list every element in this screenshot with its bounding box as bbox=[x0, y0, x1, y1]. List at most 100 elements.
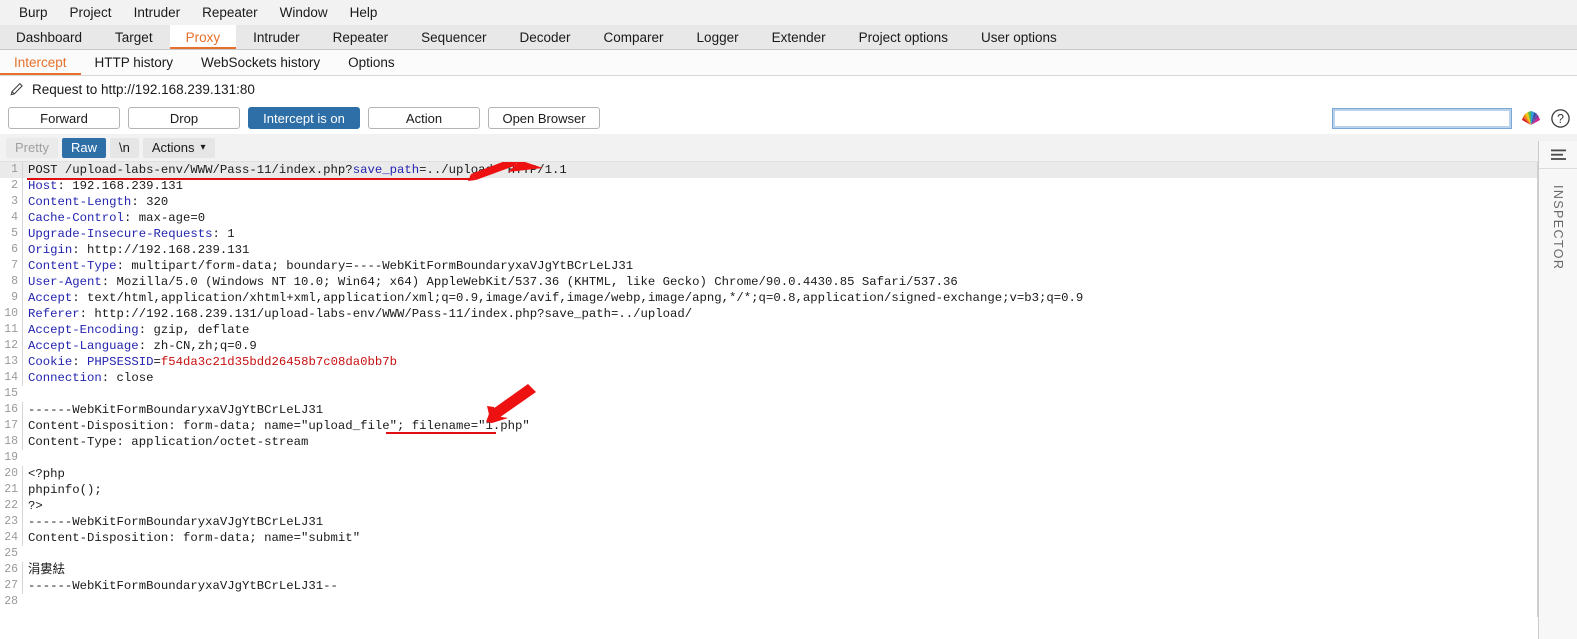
help-circle-icon[interactable]: ? bbox=[1550, 108, 1571, 129]
request-line-segment: Content-Disposition: form-data; name="su… bbox=[28, 531, 361, 545]
tab-sequencer[interactable]: Sequencer bbox=[405, 25, 504, 49]
tab-target[interactable]: Target bbox=[99, 25, 170, 49]
line-number: 28 bbox=[4, 595, 18, 608]
proxy-sub-tab-strip: Intercept HTTP history WebSockets histor… bbox=[0, 50, 1577, 76]
menu-item-project[interactable]: Project bbox=[59, 3, 123, 22]
line-number: 3 bbox=[11, 195, 18, 208]
request-line-segment: =../upload/ HTTP/1.1 bbox=[419, 163, 567, 177]
request-line: 11 Accept-Encoding: gzip, deflate bbox=[0, 322, 1537, 338]
line-number: 7 bbox=[11, 259, 18, 272]
line-number: 1 bbox=[11, 163, 18, 176]
request-line-segment: : 192.168.239.131 bbox=[57, 179, 183, 193]
tab-repeater[interactable]: Repeater bbox=[317, 25, 406, 49]
tab-decoder[interactable]: Decoder bbox=[503, 25, 588, 49]
request-line: 23 ------WebKitFormBoundaryxaVJgYtBCrLeLJ… bbox=[0, 514, 1537, 530]
request-line-segment: : text/html,application/xhtml+xml,applic… bbox=[72, 291, 1084, 305]
request-line-segment: <?php bbox=[28, 467, 65, 481]
inspector-panel[interactable]: INSPECTOR bbox=[1538, 141, 1577, 639]
line-number: 9 bbox=[11, 291, 18, 304]
subtab-http-history[interactable]: HTTP history bbox=[81, 50, 188, 75]
pretty-view-button[interactable]: Pretty bbox=[6, 137, 58, 158]
line-number: 17 bbox=[4, 419, 18, 432]
line-number: 27 bbox=[4, 579, 18, 592]
line-number: 19 bbox=[4, 451, 18, 464]
request-line: 22 ?> bbox=[0, 498, 1537, 514]
request-line-segment: Content-Disposition: form-data; name="up… bbox=[28, 419, 530, 433]
action-button[interactable]: Action bbox=[368, 107, 480, 129]
pencil-icon bbox=[10, 82, 23, 96]
inspector-menu-icon-box[interactable] bbox=[1538, 141, 1577, 169]
request-line-segment: PHPSESSID bbox=[87, 355, 154, 369]
request-line-segment: Cache-Control bbox=[28, 211, 124, 225]
request-line: 16 ------WebKitFormBoundaryxaVJgYtBCrLeLJ… bbox=[0, 402, 1537, 418]
line-number: 23 bbox=[4, 515, 18, 528]
forward-button[interactable]: Forward bbox=[8, 107, 120, 129]
tab-proxy[interactable]: Proxy bbox=[169, 25, 238, 49]
menu-item-burp[interactable]: Burp bbox=[8, 3, 59, 22]
line-number: 12 bbox=[4, 339, 18, 352]
tab-logger[interactable]: Logger bbox=[681, 25, 756, 49]
search-input[interactable] bbox=[1332, 107, 1512, 129]
request-line-text: <?php bbox=[22, 466, 1537, 482]
subtab-intercept[interactable]: Intercept bbox=[0, 50, 81, 75]
rainbow-fan-icon[interactable] bbox=[1520, 108, 1542, 128]
tab-dashboard[interactable]: Dashboard bbox=[0, 25, 100, 49]
intercept-toggle-button[interactable]: Intercept is on bbox=[248, 107, 360, 129]
request-line: 5 Upgrade-Insecure-Requests: 1 bbox=[0, 226, 1537, 242]
request-line-text: Cookie: PHPSESSID=f54da3c21d35bdd26458b7… bbox=[22, 354, 1537, 370]
request-line: 25 bbox=[0, 546, 1537, 562]
menu-item-intruder[interactable]: Intruder bbox=[123, 3, 192, 22]
request-line-text: ?> bbox=[22, 498, 1537, 514]
request-line-segment: f54da3c21d35bdd26458b7c08da0bb7b bbox=[160, 355, 397, 369]
request-line-text: ------WebKitFormBoundaryxaVJgYtBCrLeLJ31… bbox=[22, 578, 1537, 594]
menu-item-help[interactable]: Help bbox=[339, 3, 389, 22]
menu-item-repeater[interactable]: Repeater bbox=[191, 3, 269, 22]
raw-view-button[interactable]: Raw bbox=[61, 137, 106, 158]
line-number: 2 bbox=[11, 179, 18, 192]
main-tab-strip: Dashboard Target Proxy Intruder Repeater… bbox=[0, 25, 1577, 50]
request-line: 27 ------WebKitFormBoundaryxaVJgYtBCrLeLJ… bbox=[0, 578, 1537, 594]
request-line-text: User-Agent: Mozilla/5.0 (Windows NT 10.0… bbox=[22, 274, 1537, 290]
line-number: 18 bbox=[4, 435, 18, 448]
menu-bar: Burp Project Intruder Repeater Window He… bbox=[0, 0, 1577, 25]
request-line: 12 Accept-Language: zh-CN,zh;q=0.9 bbox=[0, 338, 1537, 354]
request-line-text: Cache-Control: max-age=0 bbox=[22, 210, 1537, 226]
open-browser-button[interactable]: Open Browser bbox=[488, 107, 600, 129]
request-line: 20 <?php bbox=[0, 466, 1537, 482]
request-editor[interactable]: 1 POST /upload-labs-env/WWW/Pass-11/index… bbox=[0, 162, 1538, 617]
menu-item-window[interactable]: Window bbox=[269, 3, 339, 22]
request-line-segment: User-Agent bbox=[28, 275, 102, 289]
line-number: 22 bbox=[4, 499, 18, 512]
tab-project-options[interactable]: Project options bbox=[843, 25, 965, 49]
request-line-segment: : 320 bbox=[131, 195, 169, 209]
tab-user-options[interactable]: User options bbox=[965, 25, 1074, 49]
request-line: 4 Cache-Control: max-age=0 bbox=[0, 210, 1537, 226]
request-line: 10 Referer: http://192.168.239.131/upload… bbox=[0, 306, 1537, 322]
request-line: 24 Content-Disposition: form-data; name="… bbox=[0, 530, 1537, 546]
tab-comparer[interactable]: Comparer bbox=[588, 25, 681, 49]
request-line-text: Content-Type: application/octet-stream bbox=[22, 434, 1537, 450]
request-line-segment: Content-Type: application/octet-stream bbox=[28, 435, 309, 449]
actions-menu-button[interactable]: Actions ▾ bbox=[142, 137, 215, 158]
subtab-websockets-history[interactable]: WebSockets history bbox=[187, 50, 334, 75]
request-line-text: phpinfo(); bbox=[22, 482, 1537, 498]
request-line-segment: : gzip, deflate bbox=[138, 323, 250, 337]
tab-extender[interactable]: Extender bbox=[756, 25, 843, 49]
request-line-text: Origin: http://192.168.239.131 bbox=[22, 242, 1537, 258]
newline-toggle-button[interactable]: \n bbox=[109, 137, 139, 158]
drop-button[interactable]: Drop bbox=[128, 107, 240, 129]
request-line-text: Accept-Language: zh-CN,zh;q=0.9 bbox=[22, 338, 1537, 354]
request-line-segment: ?> bbox=[28, 499, 43, 513]
request-line-segment: : http://192.168.239.131 bbox=[72, 243, 250, 257]
subtab-options[interactable]: Options bbox=[334, 50, 409, 75]
request-line-text: ------WebKitFormBoundaryxaVJgYtBCrLeLJ31 bbox=[22, 402, 1537, 418]
request-line-segment: : close bbox=[101, 371, 154, 385]
inspector-label: INSPECTOR bbox=[1551, 185, 1565, 271]
request-line-text: POST /upload-labs-env/WWW/Pass-11/index.… bbox=[22, 162, 1537, 178]
request-line-segment: Content-Length bbox=[28, 195, 132, 209]
line-number: 13 bbox=[4, 355, 18, 368]
line-number: 10 bbox=[4, 307, 18, 320]
request-line-segment: phpinfo(); bbox=[28, 483, 102, 497]
tab-intruder[interactable]: Intruder bbox=[237, 25, 317, 49]
request-line-text: Referer: http://192.168.239.131/upload-l… bbox=[22, 306, 1537, 322]
